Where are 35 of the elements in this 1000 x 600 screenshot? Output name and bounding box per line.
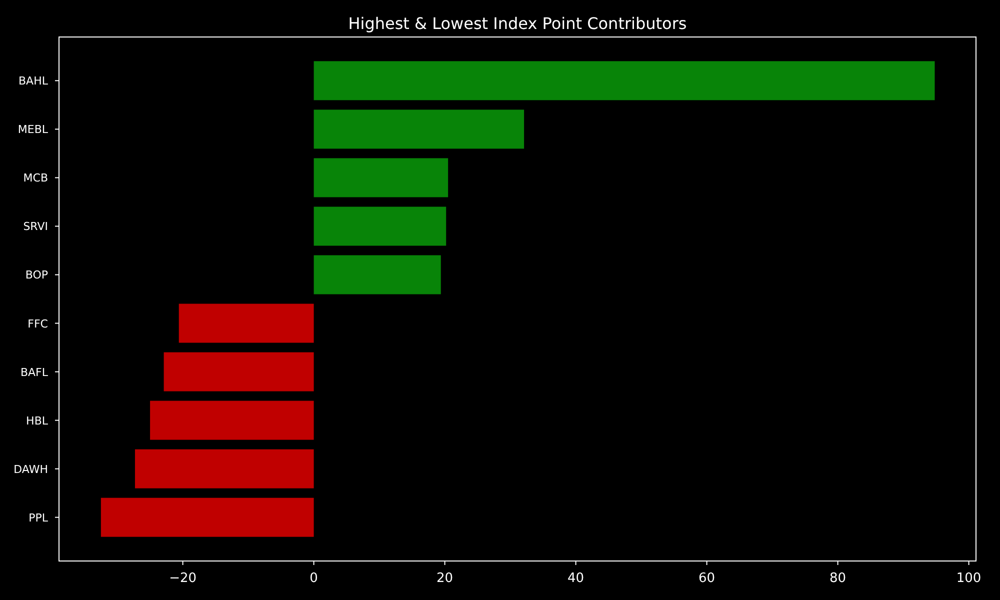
- x-tick: [706, 560, 708, 566]
- y-tick: [54, 128, 60, 130]
- category-label: DAWH: [14, 462, 48, 476]
- x-tick: [968, 560, 970, 566]
- x-tick: [837, 560, 838, 566]
- x-tick-label: −20: [169, 571, 197, 586]
- y-tick: [54, 80, 60, 82]
- category-label: MEBL: [18, 123, 48, 136]
- x-tick-label: 40: [568, 571, 584, 586]
- category-label: BAHL: [18, 74, 48, 88]
- y-tick: [54, 177, 60, 178]
- x-tick-label: 20: [436, 571, 454, 586]
- category-label: BOP: [25, 268, 48, 282]
- y-tick: [54, 468, 60, 470]
- x-tick: [313, 560, 314, 566]
- x-tick-label: 0: [310, 571, 318, 586]
- category-label: FFC: [28, 317, 48, 330]
- y-tick: [54, 226, 60, 227]
- x-tick-label: 80: [830, 571, 846, 586]
- x-tick: [575, 560, 576, 566]
- x-tick-label: 60: [698, 571, 716, 586]
- x-tick: [444, 560, 446, 566]
- y-tick: [54, 322, 60, 324]
- y-tick: [54, 516, 60, 518]
- y-tick: [54, 371, 60, 372]
- category-label: BAFL: [20, 366, 48, 379]
- y-tick: [54, 274, 60, 276]
- x-tick-label: 100: [956, 571, 982, 586]
- y-tick: [54, 420, 60, 421]
- category-label: SRVI: [23, 220, 48, 234]
- category-label: HBL: [26, 414, 48, 428]
- category-label: MCB: [23, 172, 48, 185]
- category-label: PPL: [28, 511, 48, 524]
- chart-title: Highest & Lowest Index Point Contributors: [348, 14, 687, 33]
- x-tick: [182, 560, 184, 566]
